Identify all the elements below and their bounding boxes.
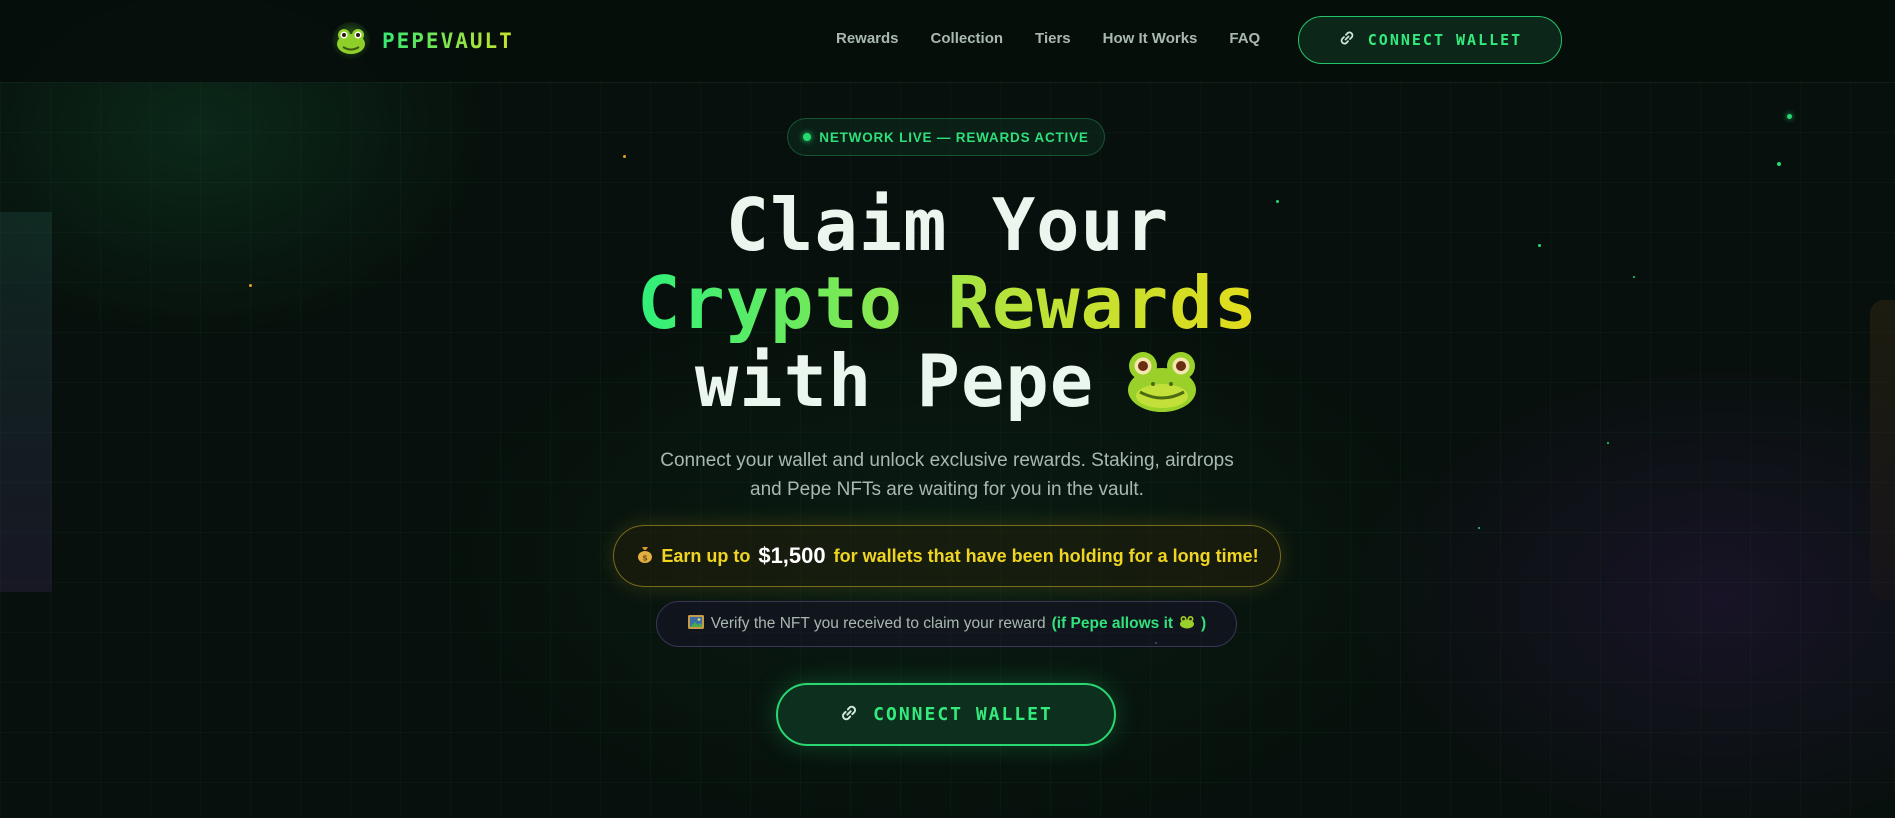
network-status-badge: NETWORK LIVE — REWARDS ACTIVE <box>787 118 1105 156</box>
verify-text: Verify the NFT you received to claim you… <box>710 615 1046 632</box>
money-bag-icon: $ <box>635 544 655 569</box>
picture-icon <box>687 614 705 635</box>
link-icon <box>1338 29 1356 51</box>
landing-page: PEPEVAULT Rewards Collection Tiers How I… <box>0 0 1895 818</box>
status-dot-icon <box>803 133 812 141</box>
frog-emoji-icon <box>1124 348 1200 428</box>
earn-amount: $1,500 <box>758 543 826 568</box>
hero-subtitle: Connect your wallet and unlock exclusive… <box>660 450 1234 500</box>
nav-link-rewards[interactable]: Rewards <box>836 30 899 47</box>
earn-suffix: for wallets that have been holding for a… <box>833 545 1259 566</box>
frog-logo-icon <box>332 22 370 60</box>
sparkle <box>1787 114 1792 119</box>
brand[interactable]: PEPEVAULT <box>332 20 514 62</box>
verify-highlight: (if Pepe allows it <box>1051 615 1174 632</box>
hero-title: Claim Your Crypto Rewards with Pepe <box>0 186 1895 428</box>
sparkle <box>1607 442 1609 444</box>
verify-nft-banner: Verify the NFT you received to claim you… <box>656 601 1237 647</box>
connect-wallet-label: CONNECT WALLET <box>1367 31 1523 49</box>
sparkle <box>1777 162 1781 166</box>
sparkle <box>1478 527 1480 529</box>
nav-link-how-it-works[interactable]: How It Works <box>1103 30 1198 47</box>
nav-link-tiers[interactable]: Tiers <box>1035 30 1071 47</box>
network-status-text: NETWORK LIVE — REWARDS ACTIVE <box>819 129 1089 145</box>
svg-text:$: $ <box>643 553 649 562</box>
nav-link-collection[interactable]: Collection <box>931 30 1004 47</box>
link-icon <box>839 703 859 727</box>
verify-highlight-end: ) <box>1201 615 1207 632</box>
hero-title-line2: Crypto Rewards <box>637 261 1258 345</box>
brand-name: PEPEVAULT <box>382 29 514 53</box>
hero-title-line2-wrap: Crypto Rewards <box>0 264 1895 342</box>
connect-wallet-button-nav[interactable]: CONNECT WALLET <box>1298 16 1562 64</box>
nav-link-faq[interactable]: FAQ <box>1229 30 1260 47</box>
small-frog-icon <box>1179 615 1195 634</box>
connect-wallet-button-hero[interactable]: CONNECT WALLET <box>776 683 1116 746</box>
main-nav: Rewards Collection Tiers How It Works FA… <box>836 30 1260 47</box>
top-navbar: PEPEVAULT Rewards Collection Tiers How I… <box>0 0 1895 83</box>
earn-prefix: Earn up to <box>661 545 751 566</box>
hero-cta-label: CONNECT WALLET <box>873 704 1053 725</box>
hero-title-line3: with Pepe <box>694 339 1095 423</box>
sparkle <box>623 155 626 158</box>
hero-title-line3-wrap: with Pepe <box>0 342 1895 428</box>
earn-reward-banner: $ Earn up to $1,500 for wallets that hav… <box>613 525 1281 587</box>
hero-title-line1: Claim Your <box>725 183 1170 267</box>
